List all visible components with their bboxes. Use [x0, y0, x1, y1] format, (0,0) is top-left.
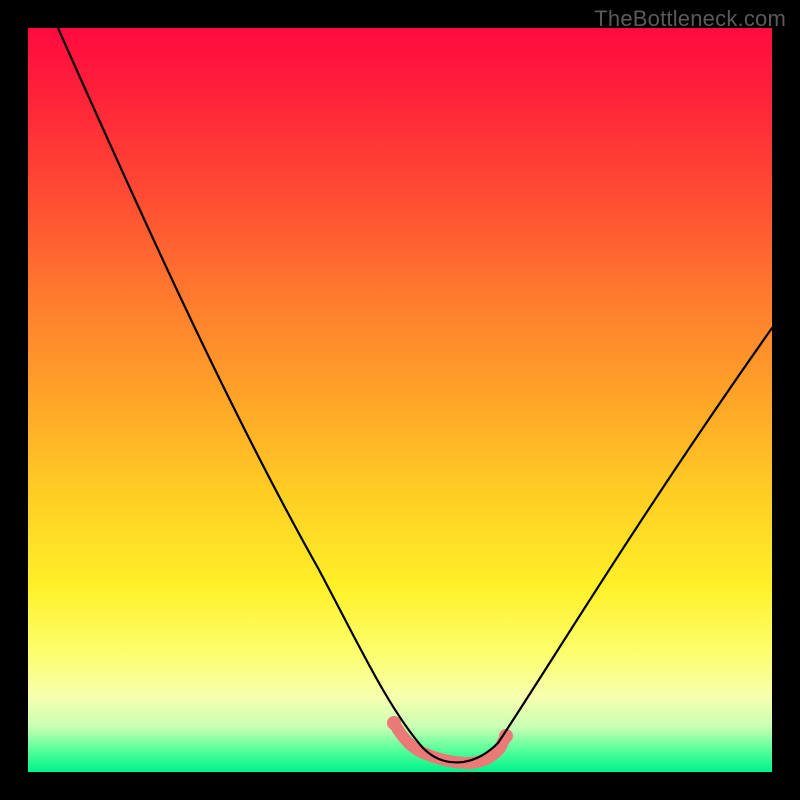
bottleneck-curve: [28, 28, 772, 772]
watermark-text: TheBottleneck.com: [594, 6, 786, 32]
curve-line: [58, 28, 772, 762]
chart-frame: TheBottleneck.com: [0, 0, 800, 800]
optimal-range-start-dot: [387, 716, 401, 730]
plot-area: [28, 28, 772, 772]
